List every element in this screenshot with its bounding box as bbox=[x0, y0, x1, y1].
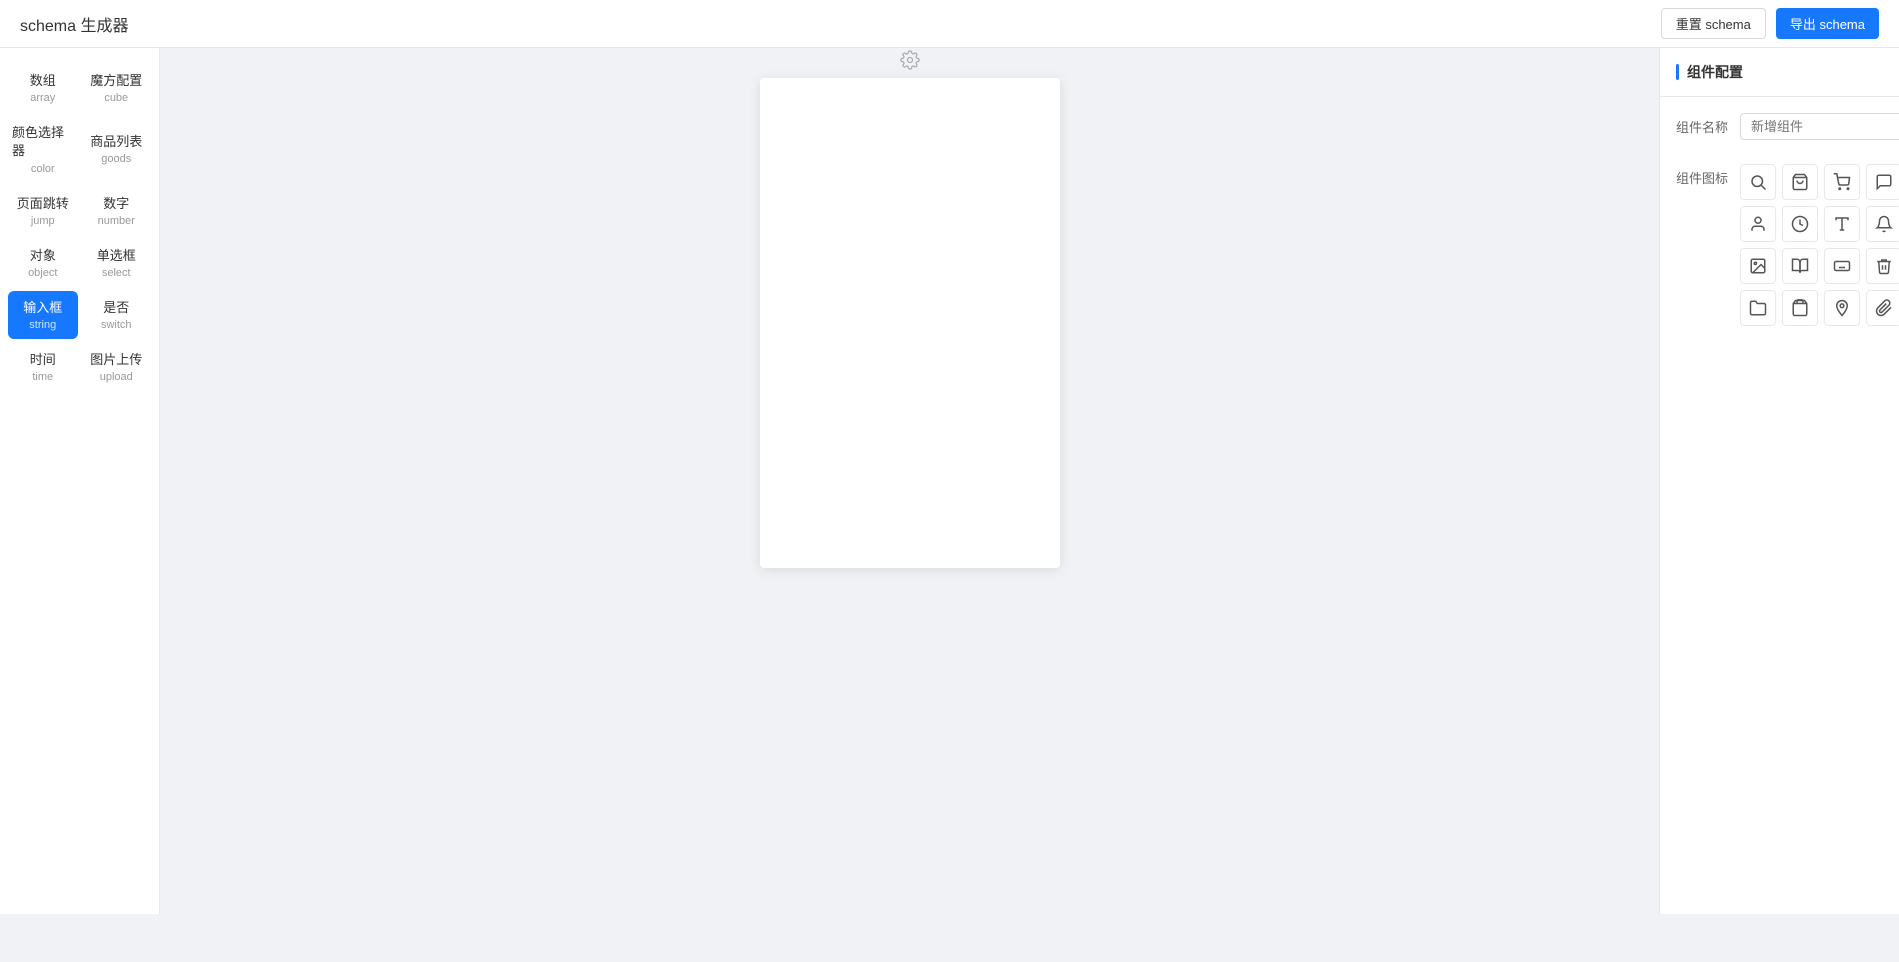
panel-body: 组件名称 组件图标 bbox=[1660, 97, 1899, 358]
canvas-area bbox=[160, 48, 1659, 914]
bell-icon[interactable] bbox=[1866, 206, 1899, 242]
attachment-icon[interactable] bbox=[1866, 290, 1899, 326]
canvas-settings-button[interactable] bbox=[896, 48, 924, 74]
sidebar-item-label: 对象 bbox=[30, 247, 56, 265]
reset-schema-button[interactable]: 重置 schema bbox=[1661, 8, 1766, 39]
keyboard-icon[interactable] bbox=[1824, 248, 1860, 284]
right-panel: 组件配置 组件名称 组件图标 bbox=[1659, 48, 1899, 914]
sidebar-item-number[interactable]: 数字 number bbox=[82, 187, 152, 235]
message-icon[interactable] bbox=[1866, 164, 1899, 200]
delete-icon[interactable] bbox=[1866, 248, 1899, 284]
book-icon[interactable] bbox=[1782, 248, 1818, 284]
sidebar-item-color[interactable]: 颜色选择器 color bbox=[8, 116, 78, 182]
sidebar-item-array[interactable]: 数组 array bbox=[8, 64, 78, 112]
icon-grid bbox=[1740, 164, 1899, 326]
component-name-input[interactable] bbox=[1740, 113, 1899, 140]
panel-title: 组件配置 bbox=[1687, 62, 1743, 82]
sidebar-item-label: 单选框 bbox=[97, 247, 136, 265]
sidebar-item-type: cube bbox=[104, 92, 128, 104]
text-icon[interactable] bbox=[1824, 206, 1860, 242]
gear-icon bbox=[900, 50, 920, 70]
search-icon[interactable] bbox=[1740, 164, 1776, 200]
main-layout: 数组 array 魔方配置 cube 颜色选择器 color 商品列表 good… bbox=[0, 48, 1899, 914]
sidebar-item-time[interactable]: 时间 time bbox=[8, 343, 78, 391]
cart-icon[interactable] bbox=[1824, 164, 1860, 200]
image-icon[interactable] bbox=[1740, 248, 1776, 284]
clock-icon[interactable] bbox=[1782, 206, 1818, 242]
sidebar-item-label: 是否 bbox=[103, 299, 129, 317]
basket-icon[interactable] bbox=[1782, 290, 1818, 326]
folder-icon[interactable] bbox=[1740, 290, 1776, 326]
sidebar-item-label: 颜色选择器 bbox=[12, 124, 74, 160]
sidebar-item-select[interactable]: 单选框 select bbox=[82, 239, 152, 287]
export-schema-button[interactable]: 导出 schema bbox=[1776, 8, 1879, 39]
sidebar-item-label: 页面跳转 bbox=[17, 195, 69, 213]
component-icon-label: 组件图标 bbox=[1676, 160, 1740, 187]
sidebar-item-label: 商品列表 bbox=[90, 133, 142, 151]
sidebar-item-type: jump bbox=[31, 215, 55, 227]
sidebar-item-type: string bbox=[29, 319, 56, 331]
sidebar-item-type: goods bbox=[101, 153, 131, 165]
sidebar-item-type: time bbox=[32, 371, 53, 383]
sidebar-item-type: object bbox=[28, 267, 57, 279]
header: schema 生成器 重置 schema 导出 schema bbox=[0, 0, 1899, 48]
sidebar-item-type: number bbox=[98, 215, 135, 227]
app-title: schema 生成器 bbox=[20, 12, 128, 36]
sidebar-item-type: upload bbox=[100, 371, 133, 383]
sidebar-item-label: 数字 bbox=[103, 195, 129, 213]
sidebar-item-label: 魔方配置 bbox=[90, 72, 142, 90]
sidebar: 数组 array 魔方配置 cube 颜色选择器 color 商品列表 good… bbox=[0, 48, 160, 914]
sidebar-item-label: 时间 bbox=[30, 351, 56, 369]
user-icon[interactable] bbox=[1740, 206, 1776, 242]
component-icon-row: 组件图标 bbox=[1676, 160, 1883, 326]
header-actions: 重置 schema 导出 schema bbox=[1661, 8, 1879, 39]
sidebar-item-label: 输入框 bbox=[23, 299, 62, 317]
sidebar-item-type: switch bbox=[101, 319, 132, 331]
sidebar-item-switch[interactable]: 是否 switch bbox=[82, 291, 152, 339]
sidebar-item-type: array bbox=[30, 92, 55, 104]
sidebar-item-string[interactable]: 输入框 string bbox=[8, 291, 78, 339]
sidebar-item-object[interactable]: 对象 object bbox=[8, 239, 78, 287]
sidebar-item-type: color bbox=[31, 163, 55, 175]
bag-icon[interactable] bbox=[1782, 164, 1818, 200]
component-name-row: 组件名称 bbox=[1676, 113, 1883, 140]
sidebar-item-type: select bbox=[102, 267, 131, 279]
sidebar-item-upload[interactable]: 图片上传 upload bbox=[82, 343, 152, 391]
location-icon[interactable] bbox=[1824, 290, 1860, 326]
sidebar-item-label: 图片上传 bbox=[90, 351, 142, 369]
component-name-label: 组件名称 bbox=[1676, 117, 1740, 136]
phone-frame bbox=[760, 78, 1060, 568]
sidebar-item-cube[interactable]: 魔方配置 cube bbox=[82, 64, 152, 112]
panel-header: 组件配置 bbox=[1660, 48, 1899, 97]
sidebar-item-jump[interactable]: 页面跳转 jump bbox=[8, 187, 78, 235]
sidebar-item-goods[interactable]: 商品列表 goods bbox=[82, 116, 152, 182]
panel-header-bar bbox=[1676, 64, 1679, 80]
sidebar-item-label: 数组 bbox=[30, 72, 56, 90]
